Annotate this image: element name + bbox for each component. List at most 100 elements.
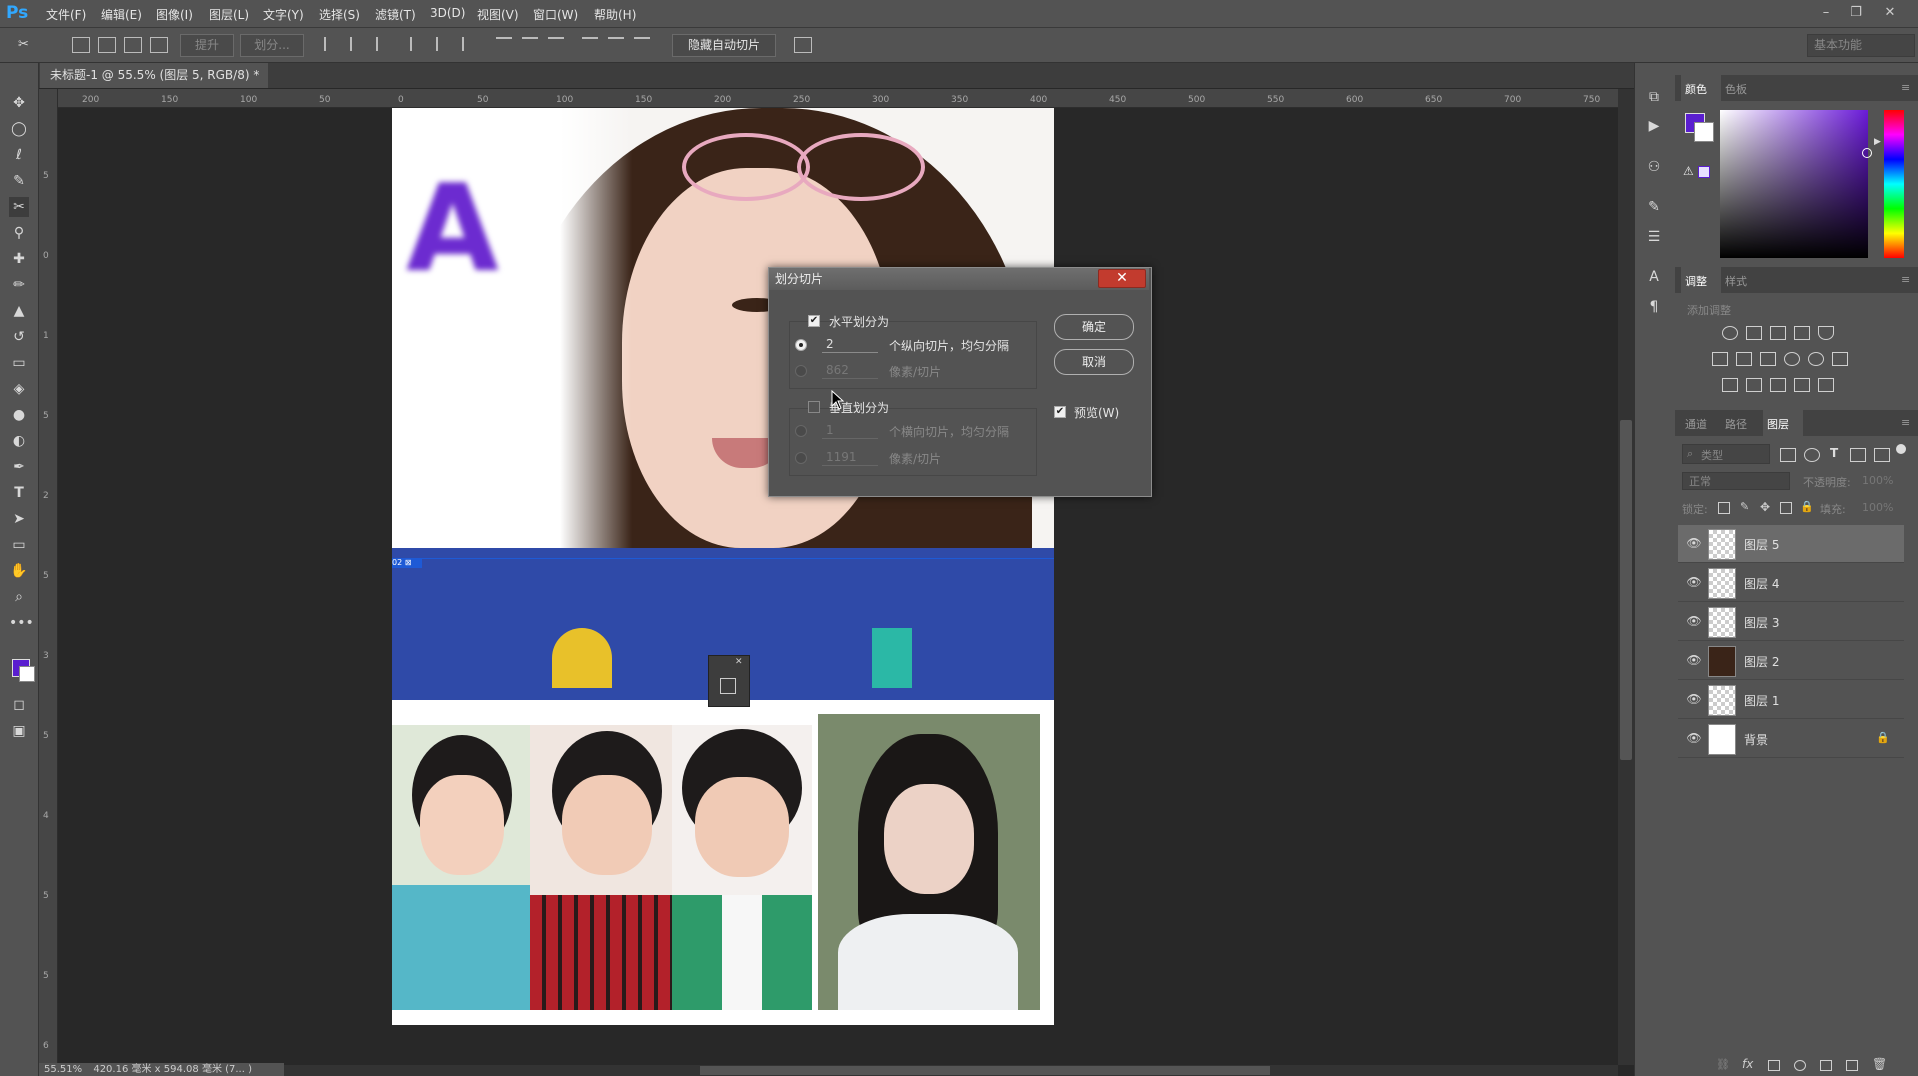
hand-icon[interactable]: ✋	[9, 561, 29, 581]
horizontal-count-radio[interactable]	[795, 339, 807, 351]
vibrance-icon[interactable]	[1818, 326, 1834, 340]
fill-value[interactable]: 100%	[1862, 501, 1893, 514]
tab-styles[interactable]: 样式	[1725, 273, 1747, 289]
lock-position-icon[interactable]: ✥	[1760, 500, 1770, 514]
slice-guide-line[interactable]	[392, 558, 1054, 559]
character-icon[interactable]: A	[1643, 266, 1665, 288]
vertical-pixels-radio[interactable]	[795, 452, 807, 464]
slice-icon[interactable]: ✂	[9, 197, 29, 217]
distribute-vcenter-icon[interactable]	[522, 37, 538, 53]
distribute-bottom-icon[interactable]	[548, 37, 564, 53]
lock-transparent-icon[interactable]	[1718, 502, 1730, 514]
stamp-icon[interactable]: ▲	[9, 301, 29, 321]
divide-button[interactable]: 划分...	[240, 34, 304, 57]
align-vcenter-icon[interactable]	[350, 37, 368, 51]
opacity-value[interactable]: 100%	[1862, 474, 1893, 487]
photo-filter-icon[interactable]	[1784, 352, 1800, 366]
horizontal-count-input[interactable]: 2	[822, 335, 878, 353]
layer-row[interactable]: 👁 图层 3	[1678, 603, 1904, 641]
document-canvas[interactable]: A	[392, 108, 1054, 1025]
filter-smart-object-icon[interactable]	[1874, 448, 1890, 462]
color-picker-cursor[interactable]	[1862, 148, 1872, 158]
arrange-backward-icon[interactable]	[124, 37, 142, 53]
arrange-back-icon[interactable]	[150, 37, 168, 53]
selective-color-icon[interactable]	[1794, 378, 1810, 392]
minimize-icon[interactable]: –	[1816, 3, 1836, 23]
eraser-icon[interactable]: ▭	[9, 353, 29, 373]
layer-row[interactable]: 👁 图层 4	[1678, 564, 1904, 602]
menu-window[interactable]: 窗口(W)	[533, 6, 578, 23]
layer-filter-select[interactable]: ⌕ 类型	[1682, 444, 1770, 464]
distribute-right-icon[interactable]	[634, 37, 650, 53]
filter-shape-icon[interactable]	[1850, 448, 1866, 462]
vertical-scroll-thumb[interactable]	[1620, 420, 1632, 760]
align-hcenter-icon[interactable]	[436, 37, 454, 51]
menu-filter[interactable]: 滤镜(T)	[375, 6, 416, 23]
distribute-top-icon[interactable]	[496, 37, 512, 53]
ok-button[interactable]: 确定	[1054, 314, 1134, 340]
layer-row[interactable]: 👁 背景 🔒	[1678, 720, 1904, 758]
filter-pixel-icon[interactable]	[1780, 448, 1796, 462]
lock-all-icon[interactable]: 🔒	[1800, 500, 1814, 513]
align-bottom-icon[interactable]	[376, 37, 394, 51]
vertical-divide-checkbox[interactable]	[808, 401, 820, 413]
hide-auto-slices-button[interactable]: 隐藏自动切片	[672, 34, 776, 57]
layer-row[interactable]: 👁 图层 5	[1678, 525, 1904, 563]
slice-item-icon[interactable]	[720, 678, 736, 694]
menu-3d[interactable]: 3D(D)	[430, 6, 465, 20]
layer-row[interactable]: 👁 图层 2	[1678, 642, 1904, 680]
color-balance-icon[interactable]	[1736, 352, 1752, 366]
menu-view[interactable]: 视图(V)	[477, 6, 519, 23]
invert-icon[interactable]	[1722, 378, 1738, 392]
horizontal-pixels-input[interactable]: 862	[822, 361, 878, 379]
history-brush-icon[interactable]: ↺	[9, 327, 29, 347]
horizontal-scroll-thumb[interactable]	[700, 1066, 1270, 1075]
black-white-icon[interactable]	[1760, 352, 1776, 366]
filter-toggle-icon[interactable]	[1896, 444, 1906, 454]
layer-row[interactable]: 👁 图层 1	[1678, 681, 1904, 719]
brush-icon[interactable]: ✏	[9, 275, 29, 295]
panel-menu-icon[interactable]: ≡	[1901, 416, 1910, 429]
threshold-icon[interactable]	[1770, 378, 1786, 392]
arrange-front-icon[interactable]	[72, 37, 90, 53]
new-group-icon[interactable]	[1820, 1060, 1832, 1071]
healing-icon[interactable]: ✚	[9, 249, 29, 269]
vertical-ruler[interactable]: 5 0 1 5 2 5 3 5 4 5 5 6	[39, 89, 58, 1065]
hue-slider-handle-icon[interactable]: ▶	[1874, 137, 1881, 147]
eye-icon[interactable]: 👁	[1686, 653, 1702, 667]
document-tab[interactable]: 未标题-1 @ 55.5% (图层 5, RGB/8) * ×	[40, 63, 268, 107]
path-select-icon[interactable]: ➤	[9, 509, 29, 529]
brush-presets-icon[interactable]: ✎	[1643, 196, 1665, 218]
more-icon[interactable]: •••	[9, 613, 34, 633]
lock-artboard-icon[interactable]	[1780, 502, 1792, 514]
eye-icon[interactable]: 👁	[1686, 614, 1702, 628]
web-color-swatch[interactable]	[1698, 166, 1710, 178]
blur-icon[interactable]: ●	[9, 405, 29, 425]
vertical-count-radio[interactable]	[795, 425, 807, 437]
menu-edit[interactable]: 编辑(E)	[101, 6, 142, 23]
new-layer-icon[interactable]	[1846, 1060, 1858, 1071]
menu-select[interactable]: 选择(S)	[319, 6, 360, 23]
curves-icon[interactable]	[1770, 326, 1786, 340]
move-icon[interactable]: ✥	[9, 93, 29, 113]
horizontal-pixels-radio[interactable]	[795, 365, 807, 377]
background-color-swatch[interactable]	[1694, 122, 1714, 142]
cancel-button[interactable]: 取消	[1054, 349, 1134, 375]
zoom-level[interactable]: 55.51%	[44, 1064, 82, 1075]
align-left-icon[interactable]	[410, 37, 428, 51]
exposure-icon[interactable]	[1794, 326, 1810, 340]
quick-select-icon[interactable]: ✎	[9, 171, 29, 191]
float-close-icon[interactable]: ✕	[735, 657, 743, 667]
hue-slider[interactable]	[1884, 110, 1904, 258]
lasso-icon[interactable]: ℓ	[9, 145, 29, 165]
menu-layer[interactable]: 图层(L)	[209, 6, 249, 23]
horizontal-divide-checkbox[interactable]: ✔	[808, 315, 820, 327]
tab-channels[interactable]: 通道	[1685, 416, 1707, 432]
tab-color[interactable]: 颜色	[1685, 81, 1707, 97]
posterize-icon[interactable]	[1746, 378, 1762, 392]
link-layers-icon[interactable]: ⛓	[1716, 1058, 1730, 1071]
panel-menu-icon[interactable]: ≡	[1901, 273, 1910, 286]
rectangle-icon[interactable]: ▭	[9, 535, 29, 555]
filter-adjustment-icon[interactable]	[1804, 448, 1820, 462]
vertical-count-input[interactable]: 1	[822, 421, 878, 439]
